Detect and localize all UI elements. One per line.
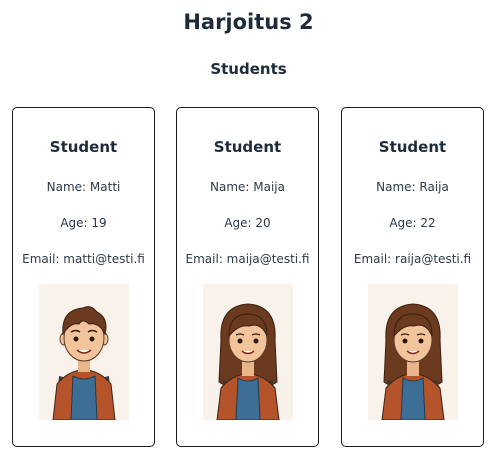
student-card: Student Name: Maija Age: 20 Email: maija… (176, 107, 319, 447)
card-title: Student (49, 138, 118, 156)
student-card: Student Name: Matti Age: 19 Email: matti… (12, 107, 155, 447)
section-title: Students (210, 60, 287, 78)
student-name: Name: Raija (376, 180, 449, 194)
student-age: Age: 19 (60, 216, 107, 230)
student-age: Age: 22 (389, 216, 436, 230)
girl-student-avatar-icon (202, 284, 293, 420)
student-email: Email: maija@testi.fi (185, 252, 310, 266)
page-title: Harjoitus 2 (183, 10, 314, 34)
student-name: Name: Matti (46, 180, 121, 194)
boy-student-avatar-icon (38, 284, 129, 420)
student-card: Student Name: Raija Age: 22 Email: raija… (341, 107, 484, 447)
girl-student-avatar-icon (367, 284, 458, 420)
student-email: Email: raija@testi.fi (353, 252, 472, 266)
card-title: Student (213, 138, 282, 156)
student-age: Age: 20 (224, 216, 271, 230)
student-email: Email: matti@testi.fi (22, 252, 145, 266)
student-name: Name: Maija (210, 180, 285, 194)
card-title: Student (378, 138, 447, 156)
